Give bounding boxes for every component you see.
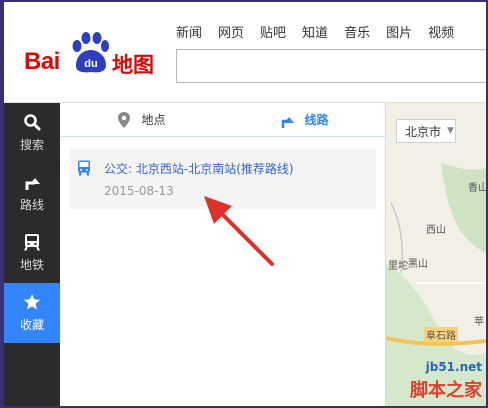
logo-text-du: du — [84, 58, 97, 70]
sidebar-item-label: 搜索 — [19, 138, 44, 152]
bus-icon — [78, 160, 90, 176]
nav-link[interactable]: 知道 — [302, 22, 328, 41]
favorite-route-date: 2015-08-13 — [104, 184, 174, 198]
tab-routes[interactable]: 线路 — [223, 103, 386, 136]
chevron-down-icon: ▼ — [447, 126, 454, 136]
favorites-panel: 地点 线路 公交: 北京西站-北京南站(推荐路线) 2015-08-13 — [60, 103, 386, 406]
nav-link[interactable]: 图片 — [386, 22, 412, 41]
city-selector[interactable]: 北京市 ▼ — [396, 119, 456, 143]
sidebar-item-subway[interactable]: 地铁 — [4, 223, 60, 283]
nav-link[interactable]: 音乐 — [344, 22, 370, 41]
panel-tabs: 地点 线路 — [60, 103, 386, 137]
map-label: 黑山 — [408, 259, 428, 270]
location-pin-icon — [118, 111, 131, 128]
paw-icon: du — [72, 32, 109, 73]
tab-places[interactable]: 地点 — [60, 103, 223, 136]
tab-label: 地点 — [141, 113, 166, 127]
route-icon — [282, 116, 295, 128]
map-label: 香山 — [468, 183, 486, 194]
nav-link[interactable]: 新闻 — [176, 22, 202, 41]
app-window: Bai du 地图 新闻网页贴吧知道音乐图片视频 搜索 路线 地铁 — [4, 2, 486, 406]
favorite-route-title[interactable]: 公交: 北京西站-北京南站(推荐路线) — [104, 160, 294, 177]
sidebar-item-label: 路线 — [19, 198, 44, 212]
tab-label: 线路 — [304, 113, 329, 127]
nav-link[interactable]: 贴吧 — [260, 22, 286, 41]
sidebar-item-search[interactable]: 搜索 — [4, 103, 60, 163]
top-nav: 新闻 网页 贴吧 知道 音乐 图片 视频 — [176, 22, 470, 41]
logo-text-bai: Bai — [24, 48, 60, 75]
sidebar-item-route[interactable]: 路线 — [4, 163, 60, 223]
map-label: 苹 — [474, 317, 484, 328]
city-selector-label: 北京市 — [405, 124, 442, 139]
search-input[interactable] — [176, 49, 486, 83]
logo-text-ditu: 地图 — [112, 53, 154, 77]
baidu-map-logo[interactable]: Bai du 地图 — [24, 30, 174, 78]
nav-link[interactable]: 视频 — [428, 22, 454, 41]
header: Bai du 地图 新闻 网页 贴吧 知道 音乐 图片 视频 — [4, 2, 486, 103]
sidebar-item-label: 地铁 — [19, 258, 44, 272]
nav-link[interactable]: 网页 — [218, 22, 244, 41]
map-label: 里坨 — [388, 261, 408, 272]
watermark-name: 脚本之家 — [410, 380, 482, 401]
sidebar-item-label: 收藏 — [19, 318, 44, 332]
search-icon — [24, 114, 41, 131]
map-label: 阜石路 — [424, 327, 458, 342]
map-label: 西山 — [426, 225, 446, 236]
sidebar: 搜索 路线 地铁 收藏 — [4, 103, 60, 406]
sidebar-item-favorites[interactable]: 收藏 — [4, 283, 60, 343]
route-icon — [25, 178, 40, 190]
star-icon — [24, 294, 40, 310]
subway-icon — [24, 234, 40, 251]
watermark-url: jb51.net — [425, 360, 482, 374]
watermark: jb51.net 脚本之家 — [410, 360, 482, 402]
favorite-route-item[interactable]: 公交: 北京西站-北京南站(推荐路线) 2015-08-13 — [70, 149, 376, 209]
